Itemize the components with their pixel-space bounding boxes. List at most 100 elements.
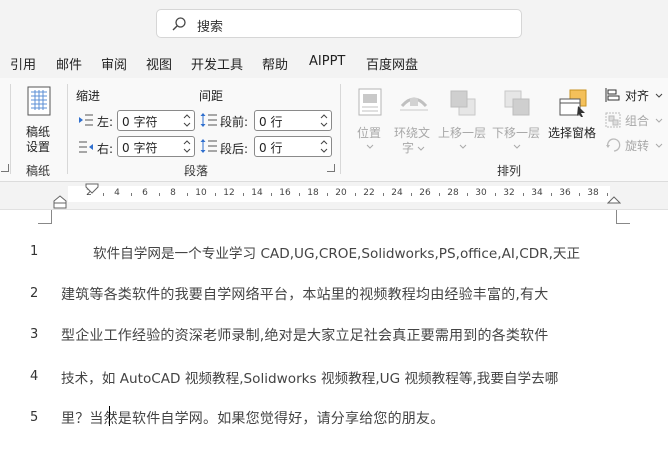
ruler-number: 18 (307, 188, 319, 198)
tab-view[interactable]: 视图 (146, 54, 172, 73)
indent-right-input[interactable]: 0 字符 (117, 136, 195, 157)
spinner-arrows-icon[interactable] (183, 112, 191, 129)
tab-developer[interactable]: 开发工具 (191, 54, 243, 73)
spinner-arrows-icon[interactable] (320, 138, 328, 155)
ruler-tick (383, 193, 384, 196)
tab-baidu-netdisk[interactable]: 百度网盘 (366, 54, 418, 73)
left-indent-marker-icon[interactable] (53, 195, 67, 209)
ruler-number: 6 (142, 188, 148, 198)
right-indent-marker-icon[interactable] (607, 195, 621, 205)
manuscript-label-1: 稿纸 (26, 125, 51, 139)
title-bar: 搜索 (0, 0, 668, 46)
send-backward-button[interactable]: 下移一层 (492, 86, 542, 156)
ruler-tick (327, 193, 328, 196)
horizontal-ruler[interactable]: 2 4 6 8 10 12 14 16 18 20 22 24 26 28 30 32 34 36 38 (0, 182, 668, 210)
indent-left-input[interactable]: 0 字符 (117, 110, 195, 131)
ruler-tick (299, 193, 300, 196)
align-icon (605, 88, 620, 102)
tab-help[interactable]: 帮助 (262, 54, 288, 73)
document-line[interactable]: 技术，如 AutoCAD 视频教程,Solidworks 视频教程,UG 视频教… (61, 367, 558, 387)
wrap-text-icon (400, 97, 428, 111)
chevron-down-icon (459, 144, 467, 149)
group-objects-icon (605, 112, 621, 128)
align-label: 对齐 (625, 89, 650, 103)
ruler-tick (355, 193, 356, 196)
first-line-indent-marker-icon[interactable] (85, 183, 99, 194)
ruler-tick (579, 193, 580, 196)
selection-pane-label: 选择窗格 (548, 126, 597, 140)
tab-mailings[interactable]: 邮件 (56, 54, 82, 73)
spacing-after-input[interactable]: 0 行 (254, 136, 332, 157)
document-line[interactable]: 建筑等各类软件的我要自学网络平台，本站里的视频教程均由经验丰富的,有大 (61, 284, 548, 304)
bring-forward-label: 上移一层 (438, 126, 487, 140)
rotate-label: 旋转 (625, 139, 650, 153)
send-backward-icon (504, 90, 530, 116)
group-label-manuscript: 稿纸 (26, 164, 51, 178)
ruler-number: 30 (475, 188, 487, 198)
chevron-down-icon (366, 144, 374, 149)
spacing-before-icon (200, 113, 217, 127)
group-button[interactable]: 组合 (604, 111, 666, 131)
ruler-tick (243, 193, 244, 196)
spinner-arrows-icon[interactable] (320, 112, 328, 129)
tab-review[interactable]: 审阅 (101, 54, 127, 73)
bring-forward-button[interactable]: 上移一层 (438, 86, 488, 156)
margin-corner-top-right (616, 210, 630, 224)
selection-pane-button[interactable]: 选择窗格 (546, 86, 600, 156)
group-label-paragraph: 段落 (184, 164, 209, 178)
indent-right-icon (79, 141, 93, 153)
document-line[interactable]: 型企业工作经验的资深老师录制,绝对是大家立足社会真正要需用到的各类软件 (61, 325, 548, 345)
manuscript-paper-icon (27, 86, 51, 116)
chevron-down-icon (655, 118, 663, 123)
search-label: 搜索 (197, 20, 224, 35)
document-line[interactable]: 里？当然是软件自学网。如果您觉得好，请分享给您的朋友。 (61, 408, 444, 428)
ruler-number: 22 (363, 188, 375, 198)
rotate-button[interactable]: 旋转 (604, 136, 666, 156)
ruler-tick (551, 193, 552, 196)
wrap-text-button[interactable]: 环绕文 字 (392, 86, 436, 156)
ruler-tick (495, 193, 496, 196)
chevron-down-icon (417, 146, 425, 151)
document-line[interactable]: 软件自学网是一个专业学习 CAD,UG,CROE,Solidworks,PS,o… (93, 242, 580, 262)
document-page[interactable]: 1 2 3 4 5 软件自学网是一个专业学习 CAD,UG,CROE,Solid… (0, 210, 668, 466)
rotate-icon (606, 138, 621, 152)
spinner-arrows-icon[interactable] (183, 138, 191, 155)
send-backward-label: 下移一层 (492, 126, 541, 140)
ruler-number: 36 (559, 188, 571, 198)
ruler-number: 14 (251, 188, 263, 198)
chevron-down-icon (655, 93, 663, 98)
prev-group-launcher[interactable] (1, 164, 9, 172)
position-label: 位置 (357, 126, 382, 140)
position-icon (358, 88, 382, 116)
ruler-number: 38 (587, 188, 599, 198)
indent-left-label: 左: (97, 115, 114, 129)
indent-left-icon (79, 114, 93, 126)
ruler-number: 34 (531, 188, 543, 198)
ruler-tick (103, 193, 104, 196)
line-number: 2 (30, 286, 39, 301)
ruler-number: 32 (503, 188, 515, 198)
line-number: 4 (30, 369, 39, 384)
position-button[interactable]: 位置 (352, 86, 388, 156)
chevron-down-icon (513, 144, 521, 149)
ruler-number: 24 (391, 188, 403, 198)
search-box[interactable]: 搜索 (156, 9, 522, 38)
wrap-text-label-2: 字 (402, 141, 415, 155)
ruler-tick (467, 193, 468, 196)
ruler-tick (159, 193, 160, 196)
paragraph-dialog-launcher[interactable] (327, 164, 335, 172)
manuscript-label-2: 设置 (26, 140, 51, 154)
indent-right-label: 右: (97, 142, 114, 156)
manuscript-setup-button[interactable]: 稿纸 设置 (18, 84, 60, 154)
align-button[interactable]: 对齐 (604, 86, 666, 106)
ruler-tick (411, 193, 412, 196)
margin-corner-top-left (38, 210, 52, 224)
tab-references[interactable]: 引用 (10, 54, 36, 73)
wrap-text-label-1: 环绕文 (394, 126, 431, 140)
line-number: 3 (30, 327, 39, 342)
ruler-number: 8 (170, 188, 176, 198)
spacing-before-value: 0 行 (259, 115, 283, 129)
indent-header: 缩进 (76, 89, 101, 103)
spacing-before-input[interactable]: 0 行 (254, 110, 332, 131)
tab-aippt[interactable]: AIPPT (309, 54, 345, 69)
